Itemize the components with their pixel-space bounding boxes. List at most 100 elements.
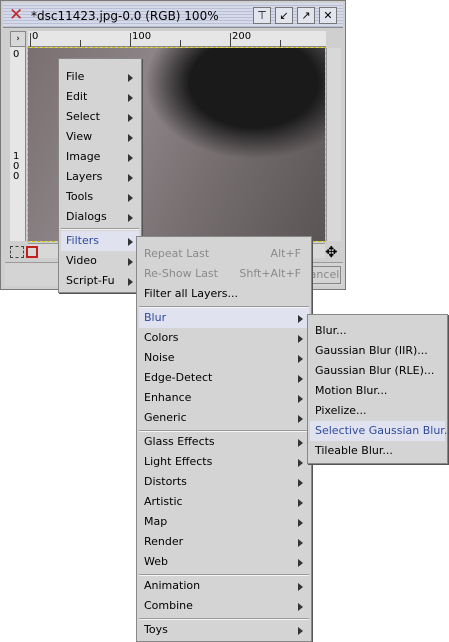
submenu-arrow-icon xyxy=(298,355,303,363)
ruler-label: 0 xyxy=(32,31,39,42)
menu-item-label: Gaussian Blur (IIR)... xyxy=(315,344,428,357)
menu-item-pixelize[interactable]: Pixelize... xyxy=(310,401,445,421)
menu-item-label: Tileable Blur... xyxy=(315,444,393,457)
submenu-arrow-icon xyxy=(128,278,133,286)
image-menu-arrow-button[interactable]: › xyxy=(10,31,26,47)
submenu-arrow-icon xyxy=(298,583,303,591)
submenu-arrow-icon xyxy=(128,214,133,222)
menu-item-file[interactable]: File xyxy=(61,67,139,87)
menu-item-layers[interactable]: Layers xyxy=(61,167,139,187)
ruler-label: 100 xyxy=(132,31,152,42)
gimp-close-icon[interactable]: ✕ xyxy=(9,6,23,24)
submenu-arrow-icon xyxy=(298,459,303,467)
shortcut-label: Shft+Alt+F xyxy=(239,267,301,280)
menu-item-label: Animation xyxy=(144,579,201,592)
menu-item-label: File xyxy=(66,70,85,83)
menu-item-distorts[interactable]: Distorts xyxy=(139,472,309,492)
menu-item-map[interactable]: Map xyxy=(139,512,309,532)
menu-item-label: Re-Show Last xyxy=(144,267,218,280)
menu-item-label: Filter all Layers... xyxy=(144,287,238,300)
menu-item-label: Artistic xyxy=(144,495,183,508)
submenu-arrow-icon xyxy=(298,315,303,323)
menu-item-label: Layers xyxy=(66,170,103,183)
submenu-arrow-icon xyxy=(298,395,303,403)
menu-item-label: Map xyxy=(144,515,168,528)
menu-item-combine[interactable]: Combine xyxy=(139,596,309,616)
menu-item-tileable-blur[interactable]: Tileable Blur... xyxy=(310,441,445,461)
menu-item-select[interactable]: Select xyxy=(61,107,139,127)
menu-item-label: View xyxy=(66,130,93,143)
menu-item-video[interactable]: Video xyxy=(61,251,139,271)
menu-item-blur-plain[interactable]: Blur... xyxy=(310,321,445,341)
submenu-arrow-icon xyxy=(128,238,133,246)
maximize-icon[interactable]: ↗ xyxy=(297,7,315,24)
menu-item-label: Script-Fu xyxy=(66,274,115,287)
title-bar[interactable]: ✕ *dsc11423.jpg-0.0 (RGB) 100% ⊤ ↙ ↗ ✕ xyxy=(3,3,343,28)
submenu-arrow-icon xyxy=(128,258,133,266)
menu-item-label: Enhance xyxy=(144,391,192,404)
menu-item-motion-blur[interactable]: Motion Blur... xyxy=(310,381,445,401)
menu-item-filters[interactable]: Filters xyxy=(61,231,139,251)
window-title: *dsc11423.jpg-0.0 (RGB) 100% xyxy=(31,9,219,23)
menu-item-glass-effects[interactable]: Glass Effects xyxy=(139,432,309,452)
menu-item-light-effects[interactable]: Light Effects xyxy=(139,452,309,472)
submenu-arrow-icon xyxy=(128,94,133,102)
menu-item-repeat-last: Repeat Last Alt+F xyxy=(139,244,309,264)
menu-item-enhance[interactable]: Enhance xyxy=(139,388,309,408)
menu-item-colors[interactable]: Colors xyxy=(139,328,309,348)
menu-item-label: Noise xyxy=(144,351,175,364)
menu-item-edit[interactable]: Edit xyxy=(61,87,139,107)
shortcut-label: Alt+F xyxy=(270,247,301,260)
menu-item-label: Edit xyxy=(66,90,88,103)
menu-item-image[interactable]: Image xyxy=(61,147,139,167)
submenu-arrow-icon xyxy=(298,627,303,635)
menu-item-selective-gaussian-blur[interactable]: Selective Gaussian Blur... xyxy=(310,421,449,441)
quickmask-on-icon[interactable] xyxy=(26,246,38,258)
menu-item-label: Gaussian Blur (RLE)... xyxy=(315,364,435,377)
menu-item-label: Web xyxy=(144,555,168,568)
submenu-arrow-icon xyxy=(128,194,133,202)
menu-item-re-show-last: Re-Show Last Shft+Alt+F xyxy=(139,264,309,284)
submenu-arrow-icon xyxy=(128,154,133,162)
menu-item-generic[interactable]: Generic xyxy=(139,408,309,428)
menu-item-view[interactable]: View xyxy=(61,127,139,147)
shade-icon[interactable]: ↙ xyxy=(275,7,293,24)
submenu-arrow-icon xyxy=(298,603,303,611)
menu-item-script-fu[interactable]: Script-Fu xyxy=(61,271,139,291)
menu-item-edge-detect[interactable]: Edge-Detect xyxy=(139,368,309,388)
menu-item-blur[interactable]: Blur xyxy=(139,308,309,328)
vertical-scrollbar[interactable] xyxy=(326,48,341,241)
pin-icon[interactable]: ⊤ xyxy=(253,7,271,24)
menu-item-label: Render xyxy=(144,535,184,548)
menu-item-label: Selective Gaussian Blur... xyxy=(315,424,449,437)
menu-item-label: Select xyxy=(66,110,100,123)
menu-item-dialogs[interactable]: Dialogs xyxy=(61,207,139,227)
menu-item-animation[interactable]: Animation xyxy=(139,576,309,596)
quickmask-off-icon[interactable] xyxy=(10,246,24,258)
menu-item-gaussian-blur-iir[interactable]: Gaussian Blur (IIR)... xyxy=(310,341,445,361)
menu-item-label: Distorts xyxy=(144,475,187,488)
menu-item-gaussian-blur-rle[interactable]: Gaussian Blur (RLE)... xyxy=(310,361,445,381)
menu-item-artistic[interactable]: Artistic xyxy=(139,492,309,512)
menu-item-toys[interactable]: Toys xyxy=(139,620,309,640)
menu-item-render[interactable]: Render xyxy=(139,532,309,552)
submenu-arrow-icon xyxy=(298,439,303,447)
close-window-icon[interactable]: ✕ xyxy=(319,7,337,24)
navigate-icon[interactable]: ✥ xyxy=(325,243,338,261)
menu-item-tools[interactable]: Tools xyxy=(61,187,139,207)
vertical-ruler: 0 1 0 0 xyxy=(10,47,26,241)
ruler-label: 200 xyxy=(232,31,252,42)
submenu-arrow-icon xyxy=(128,74,133,82)
menu-item-label: Toys xyxy=(144,623,168,636)
menu-item-label: Image xyxy=(66,150,101,163)
menu-item-filter-all-layers[interactable]: Filter all Layers... xyxy=(139,284,309,304)
submenu-arrow-icon xyxy=(128,174,133,182)
menu-item-label: Blur... xyxy=(315,324,347,337)
menu-item-noise[interactable]: Noise xyxy=(139,348,309,368)
menu-item-web[interactable]: Web xyxy=(139,552,309,572)
menu-item-label: Repeat Last xyxy=(144,247,210,260)
blur-submenu: Blur... Gaussian Blur (IIR)... Gaussian … xyxy=(307,314,449,464)
menu-item-label: Pixelize... xyxy=(315,404,367,417)
submenu-arrow-icon xyxy=(298,335,303,343)
submenu-arrow-icon xyxy=(298,559,303,567)
